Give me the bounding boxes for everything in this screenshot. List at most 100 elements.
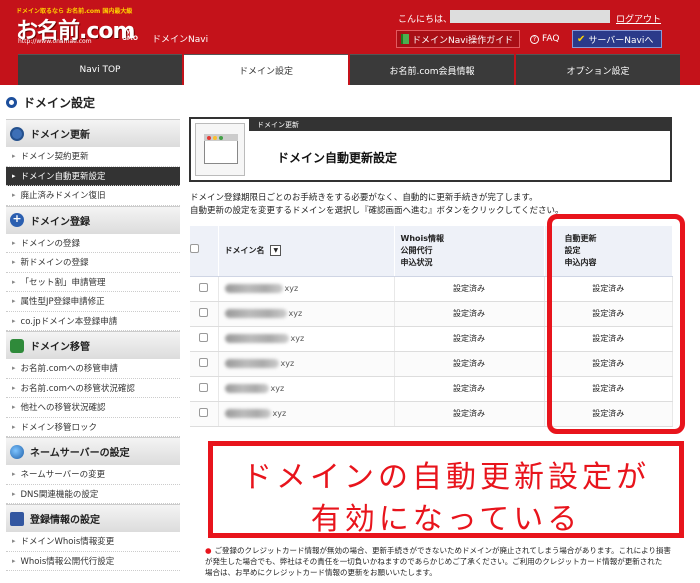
domain-tld: xyz [270, 384, 285, 393]
domain-name-redacted [224, 409, 271, 418]
section-heading-box: ドメイン更新 ドメイン自動更新設定 [189, 117, 672, 182]
sidebar-item-new-domain-register[interactable]: 新ドメインの登録 [6, 253, 180, 273]
sidebar-item-transfer-lock[interactable]: ドメイン移管ロック [6, 418, 180, 437]
domain-column-header: ドメイン名 ▼ [218, 226, 395, 277]
domain-navi-label: ドメインNavi [152, 35, 209, 45]
sidebar-item-whois-proxy[interactable]: Whois情報公開代行設定 [6, 552, 180, 571]
domain-name-redacted [224, 309, 287, 318]
domain-name-redacted [224, 359, 279, 368]
sidebar-item-auto-renewal[interactable]: ドメイン自動更新設定 [6, 166, 180, 186]
check-icon: ✔ [577, 33, 586, 45]
navi-guide-button[interactable]: ドメインNavi操作ガイド [396, 30, 520, 48]
username-redacted [450, 10, 610, 23]
logo-gmo: by GMO [122, 28, 138, 42]
domain-tld: xyz [284, 284, 299, 293]
whois-status: 設定済み [394, 326, 545, 352]
annotation-callout: ドメインの自動更新設定が 有効になっている [208, 441, 684, 538]
whois-status: 設定済み [394, 351, 545, 377]
sidebar-item-jp-correction[interactable]: 属性型JP登録申請修正 [6, 292, 180, 312]
callout-line: ドメインの自動更新設定が [242, 460, 650, 495]
sidebar-item-domain-register[interactable]: ドメインの登録 [6, 234, 180, 253]
sort-button[interactable]: ▼ [270, 244, 282, 256]
sidebar-item-transfer-in-status[interactable]: お名前.comへの移管状況確認 [6, 379, 180, 398]
page-title-text: ドメイン設定 [23, 96, 96, 110]
row-checkbox[interactable] [199, 333, 209, 342]
sidebar-item-cojp-register[interactable]: co.jpドメイン本登録申請 [6, 312, 180, 331]
onamae-logo[interactable]: ドメイン取るなら お名前.com 国内最大級 お名前.com http://ww… [16, 6, 142, 46]
domain-name-redacted [224, 384, 269, 393]
server-navi-button[interactable]: ✔ サーバーNaviへ [572, 30, 662, 48]
tab-domain-settings[interactable]: ドメイン設定 [184, 54, 348, 85]
domain-header-label: ドメイン名 [224, 245, 265, 255]
sidebar-item-transfer-in[interactable]: お名前.comへの移管申請 [6, 359, 180, 379]
whois-status: 設定済み [394, 276, 545, 302]
row-checkbox[interactable] [199, 308, 209, 317]
section-label: ドメイン更新 [249, 119, 672, 131]
sidebar-item-restore-domain[interactable]: 廃止済みドメイン復旧 [6, 186, 180, 206]
sidebar-section-registration: + ドメイン登録 [6, 205, 180, 234]
document-icon [10, 511, 24, 526]
sidebar: ドメイン更新 ドメイン契約更新 ドメイン自動更新設定 廃止済みドメイン復旧 + … [6, 119, 180, 571]
auto-renew-highlight-box [547, 214, 685, 434]
domain-name-redacted [224, 334, 289, 343]
note-line: ご登録のクレジットカード情報が無効の場合、更新手続きができないためドメインが廃止… [214, 546, 671, 555]
ring-icon [6, 97, 17, 108]
sidebar-section-title: ドメイン更新 [30, 130, 90, 141]
select-all-cell [190, 226, 219, 277]
domain-tld: xyz [288, 309, 303, 318]
whois-status: 設定済み [394, 401, 545, 427]
whois-column-header: Whois情報 公開代行 申込状況 [394, 226, 545, 277]
sidebar-section-title: 登録情報の設定 [30, 515, 100, 526]
row-checkbox[interactable] [199, 358, 209, 367]
logo-url: http://www.onamae.com [18, 38, 92, 45]
row-checkbox[interactable] [199, 383, 209, 392]
sidebar-item-transfer-out-status[interactable]: 他社への移管状況確認 [6, 398, 180, 418]
greeting-text: こんにちは、 [398, 15, 453, 25]
note-line: 場合は、お早めにクレジットカード情報の更新をお願いいたします。 [205, 568, 437, 577]
credit-card-note: ● ご登録のクレジットカード情報が無効の場合、更新手続きができないためドメインが廃… [205, 545, 690, 578]
note-bullet: ● [205, 546, 212, 555]
sidebar-item-set-discount[interactable]: 「セット割」申請管理 [6, 273, 180, 292]
tab-member-info[interactable]: お名前.com会員情報 [350, 54, 514, 85]
domain-tld: xyz [272, 409, 287, 418]
callout-line: 有効になっている [310, 502, 582, 537]
description-line: ドメイン登録期限日ごとのお手続きをする必要がなく、自動的に更新手続きが完了します… [190, 193, 538, 203]
whois-header-line: 公開代行 [400, 245, 433, 255]
domain-name-redacted [224, 284, 283, 293]
site-header: ドメイン取るなら お名前.com 国内最大級 お名前.com http://ww… [0, 0, 700, 85]
select-all-checkbox[interactable] [190, 244, 199, 254]
transfer-icon [10, 338, 24, 353]
sidebar-section-registration-info: 登録情報の設定 [6, 504, 180, 532]
tab-navi-top[interactable]: Navi TOP [18, 54, 182, 85]
whois-status: 設定済み [394, 376, 545, 402]
window-illustration-icon [195, 123, 245, 176]
sidebar-item-dns-settings[interactable]: DNS関連機能の設定 [6, 485, 180, 504]
domain-tld: xyz [290, 334, 305, 343]
whois-header-line: 申込状況 [400, 257, 433, 267]
note-line: が発生した場合でも、弊社はその責任を一切負いかねますのであらかじめご了承ください… [205, 557, 663, 566]
question-icon: ? [530, 34, 539, 44]
faq-button[interactable]: ? FAQ [526, 30, 566, 48]
row-checkbox[interactable] [199, 408, 209, 417]
sidebar-section-title: ドメイン登録 [30, 216, 90, 228]
section-title: ドメイン自動更新設定 [277, 151, 398, 165]
domain-tld: xyz [280, 359, 295, 368]
row-checkbox[interactable] [199, 283, 209, 292]
whois-status: 設定済み [394, 301, 545, 327]
sidebar-section-nameserver: ネームサーバーの設定 [6, 437, 180, 465]
whois-header-line: Whois情報 [400, 233, 445, 243]
page-title: ドメイン設定 [6, 94, 95, 111]
globe-icon [10, 444, 24, 459]
tab-option-settings[interactable]: オプション設定 [516, 54, 680, 85]
main-tabs: Navi TOP ドメイン設定 お名前.com会員情報 オプション設定 [18, 54, 680, 85]
logout-link[interactable]: ログアウト [616, 12, 661, 25]
sidebar-section-renewal: ドメイン更新 [6, 119, 180, 147]
sidebar-item-nameserver-change[interactable]: ネームサーバーの変更 [6, 465, 180, 485]
sidebar-section-transfer: ドメイン移管 [6, 331, 180, 359]
plus-icon: + [10, 213, 24, 227]
sidebar-item-contract-renewal[interactable]: ドメイン契約更新 [6, 147, 180, 167]
gear-icon [10, 126, 24, 141]
sidebar-item-whois-change[interactable]: ドメインWhois情報変更 [6, 532, 180, 552]
sidebar-section-title: ドメイン移管 [30, 342, 90, 353]
server-navi-label: サーバーNaviへ [588, 35, 654, 46]
